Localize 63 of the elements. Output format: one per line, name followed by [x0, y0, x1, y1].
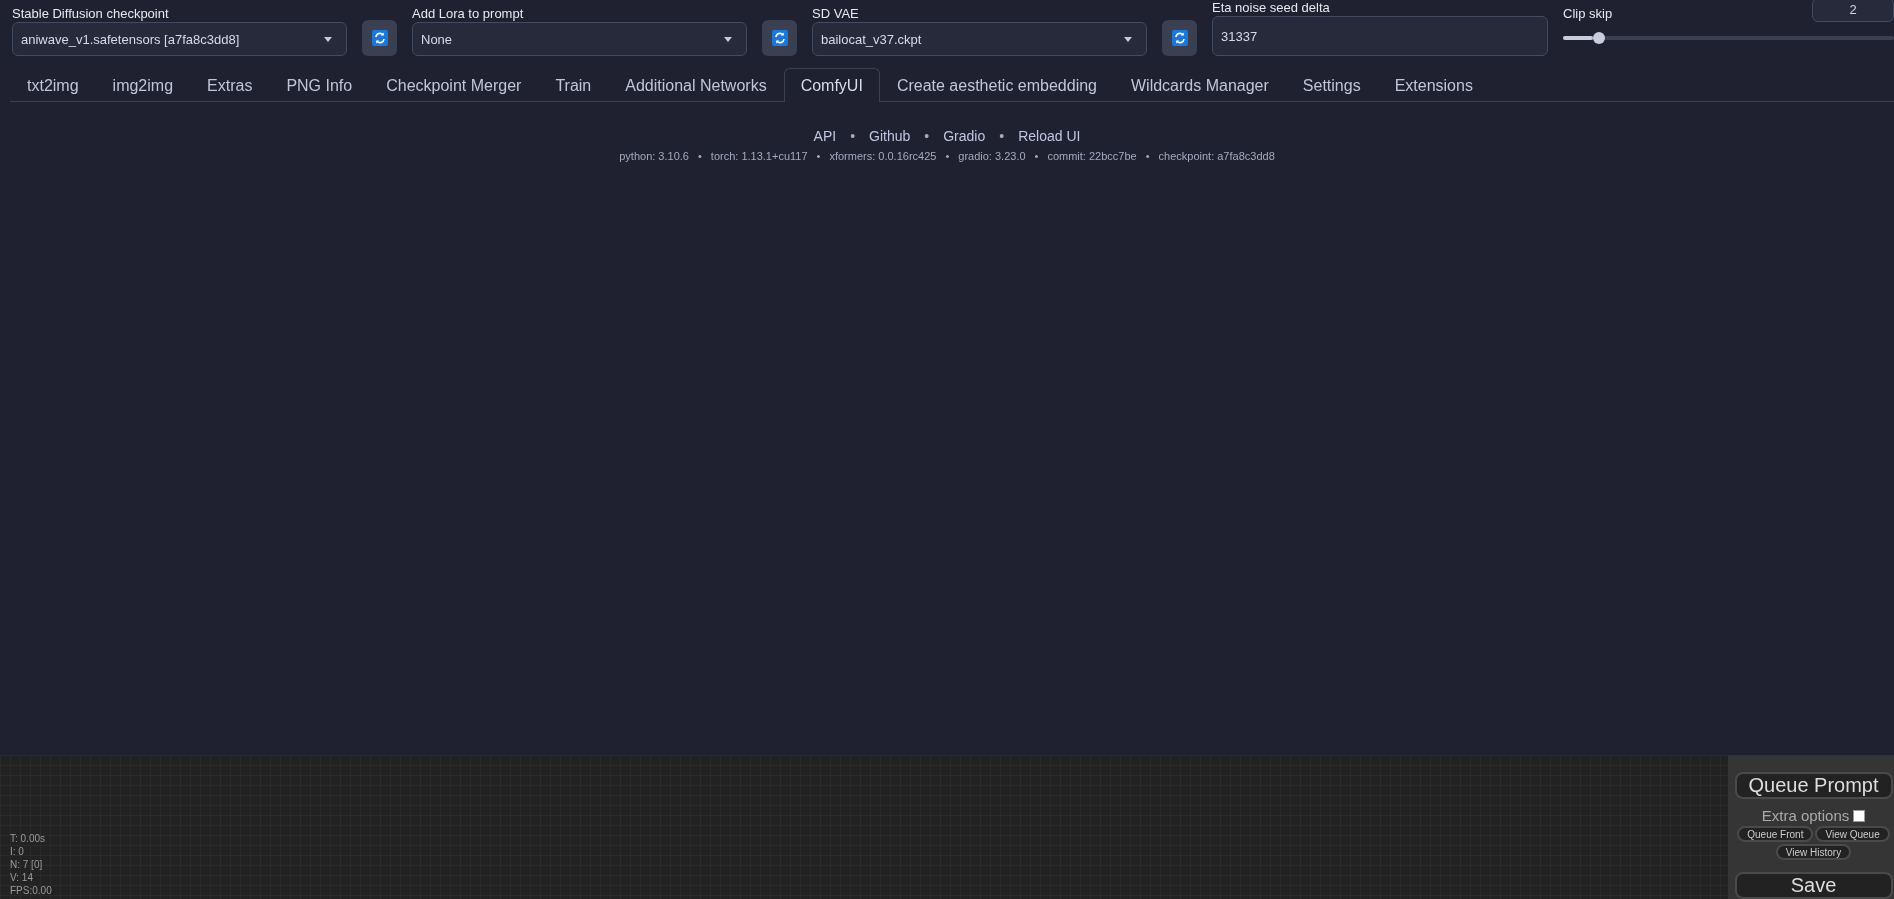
- footer-link[interactable]: API: [813, 128, 837, 144]
- stat-text: FPS:0.00: [10, 884, 52, 897]
- separator-dot: •: [850, 128, 856, 144]
- footer-link[interactable]: Github: [869, 128, 911, 144]
- number-field[interactable]: 2: [1812, 0, 1894, 22]
- separator-dot: •: [945, 150, 950, 162]
- caret-icon: [324, 36, 332, 42]
- node-canvas[interactable]: T: 0.00s I: 0 N: 7 [0] V: 14 FPS:0.00 Queue Prompt Extra options Queue Front View Queue View History Save: [0, 755, 1894, 899]
- stat-text: V: 14: [10, 871, 34, 884]
- separator-dot: •: [1034, 150, 1039, 162]
- version-info: commit: 22bcc7be: [1047, 150, 1137, 162]
- tab[interactable]: Checkpoint Merger: [369, 68, 539, 102]
- dropdown[interactable]: None: [412, 22, 747, 56]
- stat-text: T: 0.00s: [10, 832, 47, 845]
- separator-dot: •: [924, 128, 930, 144]
- tab[interactable]: Train: [538, 68, 609, 102]
- checkbox-label: Extra options: [1761, 807, 1850, 824]
- tab[interactable]: txt2img: [10, 68, 96, 102]
- save-button[interactable]: Save: [1734, 872, 1893, 899]
- field-label: Eta noise seed delta: [1212, 2, 1331, 14]
- field-label: Stable Diffusion checkpoint: [12, 8, 170, 20]
- checkbox[interactable]: [1853, 809, 1866, 822]
- refresh-icon: [371, 30, 388, 46]
- refresh-button[interactable]: [1162, 20, 1197, 56]
- number-field[interactable]: 31337: [1212, 16, 1548, 56]
- caret-icon: [1124, 36, 1132, 42]
- stat-text: N: 7 [0]: [10, 858, 44, 871]
- tab[interactable]: Extensions: [1377, 68, 1490, 102]
- tab[interactable]: PNG Info: [269, 68, 370, 102]
- view-queue-button[interactable]: View Queue: [1815, 826, 1890, 842]
- tab[interactable]: Create aesthetic embedding: [879, 68, 1114, 102]
- separator-dot: •: [1145, 150, 1150, 162]
- view-history-button[interactable]: View History: [1775, 844, 1852, 860]
- tab[interactable]: ComfyUI: [783, 68, 880, 102]
- version-info: torch: 1.13.1+cu117: [710, 150, 808, 162]
- caret-icon: [724, 36, 732, 42]
- dropdown[interactable]: bailocat_v37.ckpt: [812, 22, 1147, 56]
- queue-front-button[interactable]: Queue Front: [1737, 826, 1814, 842]
- refresh-button[interactable]: [362, 20, 397, 56]
- tab[interactable]: Additional Networks: [608, 68, 784, 102]
- separator-dot: •: [999, 128, 1005, 144]
- footer-link[interactable]: Reload UI: [1018, 128, 1081, 144]
- tab[interactable]: img2img: [95, 68, 191, 102]
- version-info: python: 3.10.6: [619, 150, 689, 162]
- queue-prompt-button[interactable]: Queue Prompt: [1734, 772, 1893, 799]
- field-label: Clip skip: [1563, 8, 1613, 20]
- tab[interactable]: Extras: [190, 68, 270, 102]
- field-label: SD VAE: [812, 8, 860, 20]
- slider-thumb[interactable]: [1592, 32, 1605, 44]
- tab[interactable]: Wildcards Manager: [1114, 68, 1286, 102]
- refresh-icon: [771, 30, 788, 46]
- refresh-button[interactable]: [762, 20, 797, 56]
- separator-dot: •: [697, 150, 702, 162]
- version-info: checkpoint: a7fa8c3dd8: [1158, 150, 1275, 162]
- field-label: Add Lora to prompt: [412, 8, 525, 20]
- version-info: xformers: 0.0.16rc425: [829, 150, 937, 162]
- refresh-icon: [1171, 30, 1188, 46]
- dropdown[interactable]: aniwave_v1.safetensors [a7fa8c3dd8]: [12, 22, 347, 56]
- stat-text: I: 0: [10, 845, 25, 858]
- version-info: gradio: 3.23.0: [958, 150, 1026, 162]
- separator-dot: •: [816, 150, 821, 162]
- footer-link[interactable]: Gradio: [943, 128, 986, 144]
- tab[interactable]: Settings: [1285, 68, 1378, 102]
